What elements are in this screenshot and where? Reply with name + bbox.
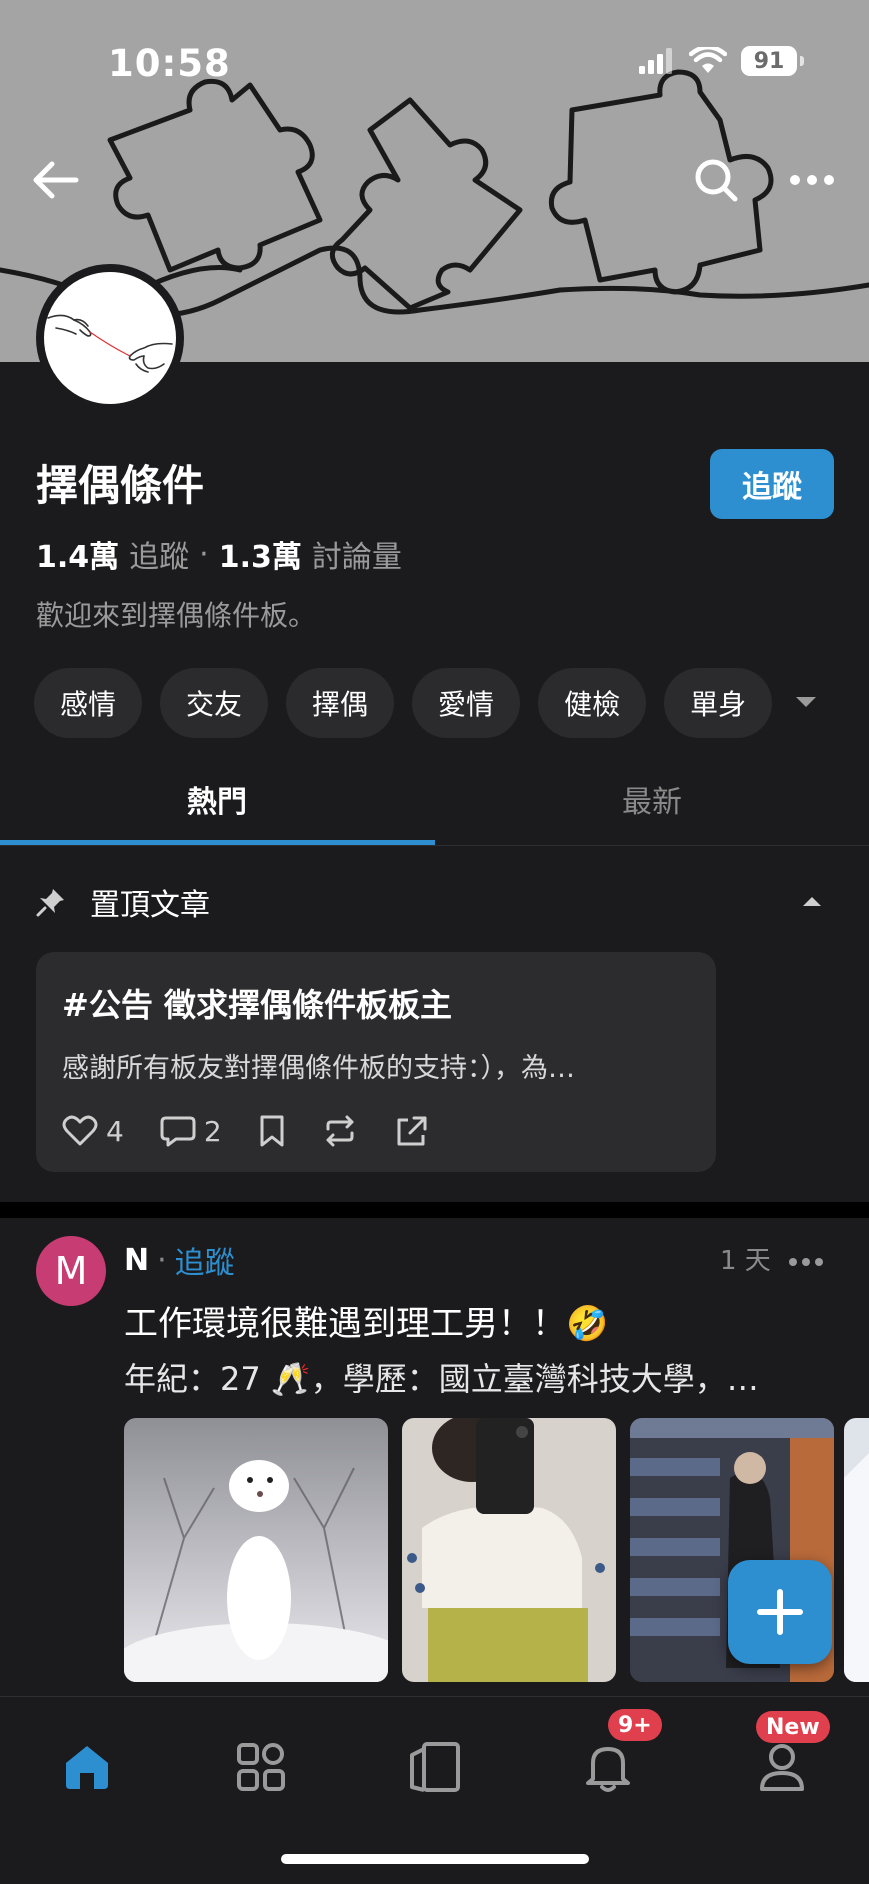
share-icon: [397, 1116, 427, 1146]
snow-photo: [844, 1418, 869, 1682]
selfie-photo: [402, 1418, 616, 1682]
ermine-photo: [124, 1418, 388, 1682]
cellular-signal-icon: [639, 48, 672, 74]
tag-chip[interactable]: 愛情: [412, 668, 521, 738]
nav-boards[interactable]: [395, 1727, 475, 1807]
active-tab-indicator: [0, 840, 435, 845]
stats-separator: ·: [199, 536, 209, 572]
collapse-pinned-button[interactable]: [802, 892, 822, 911]
followers-label: 追蹤: [129, 540, 190, 575]
notifications-badge: 9+: [608, 1709, 662, 1741]
home-icon: [66, 1746, 108, 1789]
pinned-section-header[interactable]: 置頂文章: [36, 880, 836, 924]
author-avatar[interactable]: M: [36, 1236, 106, 1306]
status-icons: 91: [639, 46, 804, 76]
board-stats: 1.4萬 追蹤 · 1.3萬 討論量: [36, 532, 402, 576]
post-image[interactable]: [124, 1418, 388, 1682]
comment-icon: [160, 1116, 196, 1147]
pin-icon: [36, 889, 64, 917]
share-button[interactable]: [394, 1115, 428, 1147]
plus-icon: [757, 1589, 803, 1635]
status-time: 10:58: [108, 42, 231, 85]
comment-button[interactable]: 2: [160, 1115, 222, 1148]
tag-chip[interactable]: 擇偶: [286, 668, 395, 738]
more-horizontal-icon: [790, 175, 834, 185]
like-button[interactable]: 4: [62, 1115, 124, 1148]
section-divider: [0, 1202, 869, 1218]
profile-icon: [760, 1744, 804, 1791]
back-button[interactable]: [28, 152, 84, 208]
meta-separator: ·: [157, 1242, 167, 1278]
grid-icon: [237, 1743, 285, 1791]
hands-illustration: [47, 314, 173, 373]
pinned-post-card[interactable]: #公告 徵求擇偶條件板板主 感謝所有板友對擇偶條件板的支持：），為… 4 2: [36, 952, 716, 1172]
more-options-button[interactable]: [782, 160, 842, 200]
caret-up-icon: [803, 897, 821, 906]
pinned-post-title: #公告 徵求擇偶條件板板主: [62, 986, 452, 1024]
tag-chip[interactable]: 單身: [664, 668, 773, 738]
post-actions: 4 2: [62, 1111, 690, 1151]
home-indicator: [281, 1854, 589, 1864]
post-title[interactable]: 工作環境很難遇到理工男！！🤣: [124, 1296, 608, 1345]
profile-new-badge: New: [756, 1711, 830, 1743]
bell-icon: [586, 1747, 630, 1792]
more-horizontal-icon: [789, 1258, 823, 1266]
post-excerpt[interactable]: 年紀：27 🥂，學歷：國立臺灣科技大學，…: [124, 1354, 824, 1400]
pinned-section-title: 置頂文章: [90, 888, 210, 923]
tag-chip[interactable]: 感情: [34, 668, 143, 738]
post-author[interactable]: N: [124, 1243, 149, 1278]
battery-indicator: 91: [741, 46, 804, 76]
search-icon: [695, 159, 738, 202]
repost-icon: [326, 1115, 354, 1147]
tab-hot[interactable]: 熱門: [0, 752, 434, 846]
wifi-icon: [689, 47, 727, 73]
board-title: 擇偶條件: [36, 461, 205, 510]
heart-icon: [62, 1115, 98, 1146]
boards-icon: [410, 1742, 460, 1792]
sort-tabs: 熱門 最新: [0, 752, 869, 846]
caret-down-icon: [796, 697, 816, 707]
repost-button[interactable]: [322, 1115, 358, 1147]
tab-latest[interactable]: 最新: [435, 752, 869, 846]
tag-chip[interactable]: 健檢: [538, 668, 647, 738]
topic-tags: 感情 交友 擇偶 愛情 健檢 單身: [34, 668, 773, 738]
post-meta: N · 追蹤: [124, 1238, 235, 1282]
nav-home[interactable]: [47, 1727, 127, 1807]
post-image[interactable]: [844, 1418, 869, 1682]
search-button[interactable]: [688, 152, 744, 208]
comment-count: 2: [203, 1114, 222, 1148]
post-more-button[interactable]: [788, 1252, 824, 1271]
arrow-left-icon: [33, 161, 79, 199]
post-time: 1 天: [720, 1246, 771, 1276]
followers-count: 1.4萬: [36, 540, 120, 575]
discussion-label: 討論量: [311, 540, 402, 575]
discussion-count: 1.3萬: [218, 540, 302, 575]
follow-board-button[interactable]: 追蹤: [710, 449, 834, 519]
new-post-button[interactable]: [728, 1560, 832, 1664]
board-description: 歡迎來到擇偶條件板。: [36, 599, 317, 632]
tag-chip[interactable]: 交友: [160, 668, 269, 738]
follow-author-link[interactable]: 追蹤: [175, 1238, 235, 1282]
expand-tags-button[interactable]: [792, 690, 820, 714]
board-avatar: [36, 264, 184, 412]
pinned-post-excerpt: 感謝所有板友對擇偶條件板的支持：），為…: [62, 1053, 575, 1084]
bookmark-icon: [260, 1115, 284, 1147]
post-image[interactable]: [402, 1418, 616, 1682]
like-count: 4: [106, 1114, 124, 1148]
bookmark-button[interactable]: [258, 1115, 286, 1147]
nav-explore[interactable]: [221, 1727, 301, 1807]
